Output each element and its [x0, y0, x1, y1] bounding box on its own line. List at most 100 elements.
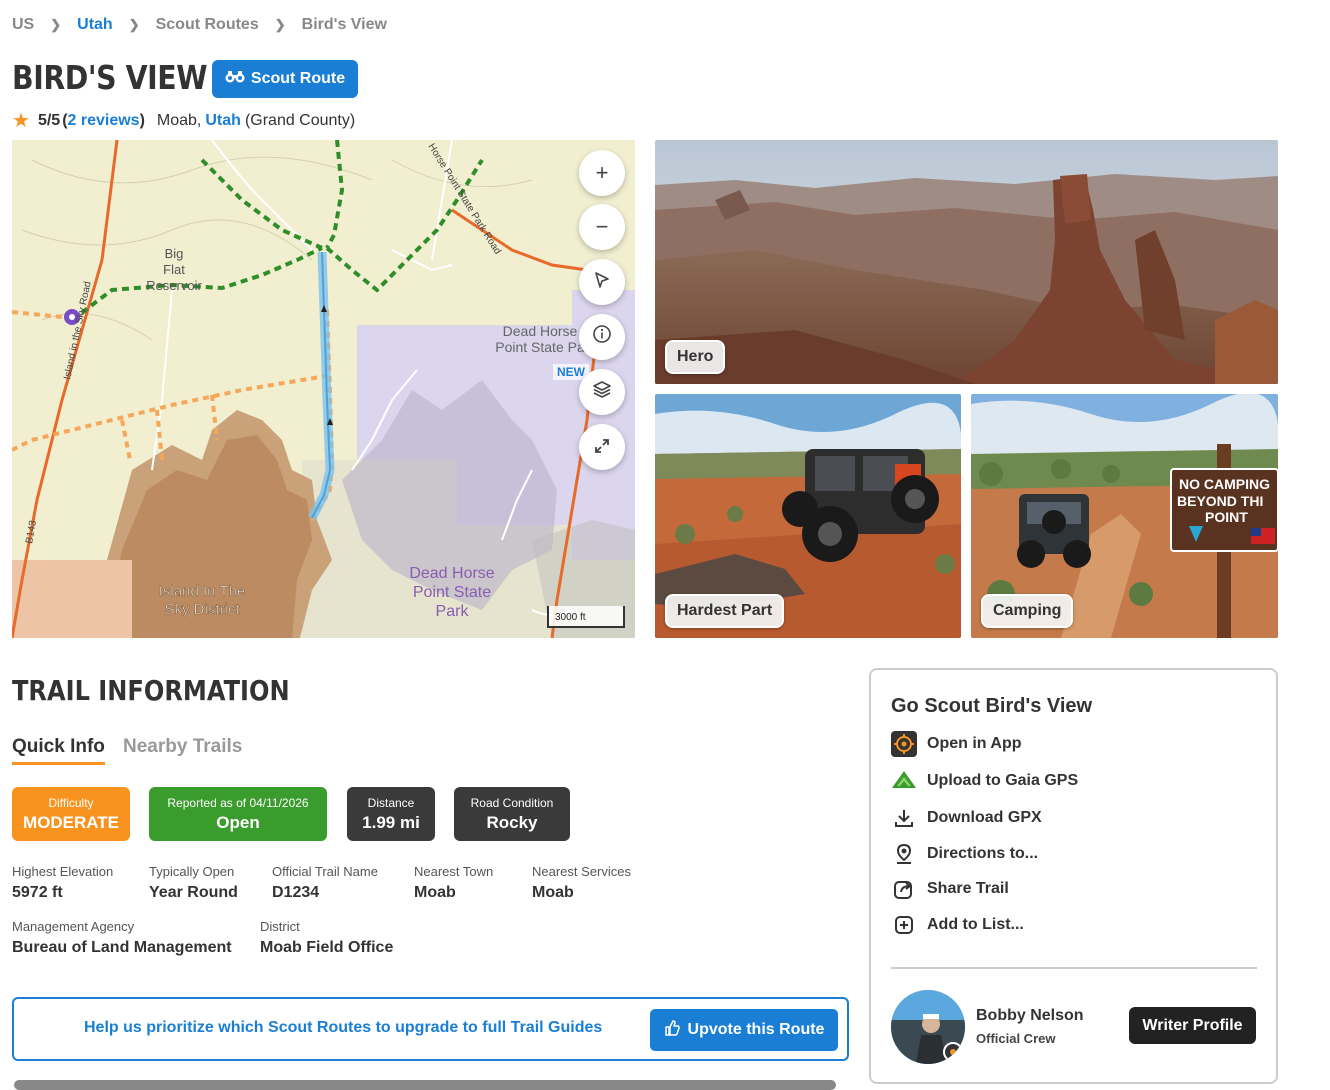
field-label: Official Trail Name [272, 864, 378, 879]
action-label: Share Trail [927, 880, 1009, 897]
share-icon [891, 876, 917, 902]
chevron-right-icon: ❯ [50, 17, 62, 32]
sign-line-1: NO CAMPING [1179, 476, 1270, 492]
thumbs-up-icon [664, 1019, 680, 1041]
field-value: Moab [532, 884, 574, 901]
download-gpx-link[interactable]: Download GPX [891, 805, 1042, 831]
field-label: District [260, 919, 300, 934]
expand-icon [594, 434, 610, 460]
map-label-reservoir: Reservoir [146, 278, 202, 293]
action-label: Upload to Gaia GPS [927, 772, 1079, 789]
pill-value: MODERATE [22, 812, 119, 832]
pill-label: Difficulty [48, 795, 94, 810]
photo-hero[interactable]: Hero [655, 140, 1278, 384]
layers-icon [592, 379, 612, 405]
field-value: Moab Field Office [260, 939, 394, 956]
action-label: Download GPX [927, 809, 1042, 826]
plus-icon: + [595, 160, 609, 185]
go-scout-card: Go Scout Bird's View Open in App Upload … [869, 668, 1278, 1084]
breadcrumb-us[interactable]: US [12, 16, 34, 34]
upload-gaia-link[interactable]: Upload to Gaia GPS [891, 768, 1078, 794]
star-icon: ★ [12, 110, 30, 132]
field-nearest-services: Nearest Services Moab [532, 864, 631, 902]
author-role: Official Crew [976, 1031, 1056, 1046]
open-in-app-link[interactable]: Open in App [891, 731, 1022, 757]
layers-button[interactable] [579, 369, 625, 415]
breadcrumb-current: Bird's View [301, 16, 387, 33]
map-label-dead-horse: Dead Horse [503, 323, 578, 339]
road-condition-pill: Road Condition Rocky [454, 787, 570, 841]
minus-icon: − [595, 214, 609, 239]
map-label-island-1: Island In The [159, 583, 245, 600]
pill-value: Rocky [486, 812, 538, 832]
rating-row: ★ 5/5 (2 reviews) Moab, Utah (Grand Coun… [12, 108, 355, 133]
map-label-big: Big [165, 246, 184, 261]
sign-line-3: POINT [1205, 509, 1248, 525]
field-value: Bureau of Land Management [12, 939, 232, 956]
page-title: BIRD'S VIEW [12, 58, 208, 97]
trail-map[interactable]: Big Flat Reservoir Dead Horse Point Stat… [12, 140, 635, 638]
location-state-link[interactable]: Utah [205, 112, 241, 130]
fullscreen-button[interactable] [579, 424, 625, 470]
avatar[interactable] [891, 990, 965, 1064]
horizontal-scrollbar[interactable] [14, 1080, 836, 1090]
photo-label-hardest-part: Hardest Part [665, 594, 785, 628]
author-name[interactable]: Bobby Nelson [976, 1007, 1084, 1025]
map-label-park-1: Dead Horse [409, 565, 494, 582]
directions-pin-icon [891, 841, 917, 867]
field-district: District Moab Field Office [260, 919, 393, 957]
photo-camping[interactable]: NO CAMPING BEYOND THI POINT Camping [971, 394, 1278, 638]
share-trail-link[interactable]: Share Trail [891, 876, 1009, 902]
action-label: Add to List... [927, 916, 1024, 933]
field-typically-open: Typically Open Year Round [149, 864, 238, 902]
map-label-point-state: Point State Pa [495, 339, 585, 355]
paren-close: ) [139, 111, 145, 129]
add-to-list-link[interactable]: Add to List... [891, 912, 1024, 938]
cursor-icon [593, 269, 611, 295]
pill-value: Open [216, 812, 260, 832]
location-county: (Grand County) [244, 111, 356, 129]
gaia-gps-icon [891, 768, 917, 794]
writer-profile-button[interactable]: Writer Profile [1129, 1007, 1256, 1044]
zoom-out-button[interactable]: − [579, 204, 625, 250]
map-scale: 3000 ft [547, 606, 625, 628]
map-label-island-2: Sky District [165, 601, 241, 618]
field-value: 5972 ft [12, 884, 63, 901]
photo-hardest-part[interactable]: Hardest Part [655, 394, 961, 638]
upvote-button[interactable]: Upvote this Route [650, 1009, 838, 1051]
rating-score: 5/5 [37, 111, 61, 129]
select-tool-button[interactable] [579, 259, 625, 305]
field-value: Moab [414, 884, 456, 901]
card-divider [891, 967, 1257, 969]
directions-link[interactable]: Directions to... [891, 841, 1038, 867]
pill-label: Road Condition [470, 795, 554, 810]
tab-nearby-trails[interactable]: Nearby Trails [123, 736, 242, 758]
pill-value: 1.99 mi [362, 812, 420, 832]
sign-line-2: BEYOND THI [1177, 493, 1263, 509]
breadcrumb-utah[interactable]: Utah [77, 16, 113, 34]
info-icon [592, 324, 612, 350]
action-label: Open in App [927, 735, 1022, 752]
field-nearest-town: Nearest Town Moab [414, 864, 493, 902]
photo-label-camping: Camping [981, 594, 1074, 628]
upvote-banner: Help us prioritize which Scout Routes to… [12, 997, 849, 1061]
zoom-in-button[interactable]: + [579, 150, 625, 196]
app-logo-icon [891, 731, 917, 757]
scout-route-badge[interactable]: Scout Route [212, 60, 358, 98]
map-label-park-3: Park [436, 603, 470, 620]
download-icon [891, 805, 917, 831]
tab-quick-info[interactable]: Quick Info [12, 736, 105, 765]
distance-pill: Distance 1.99 mi [347, 787, 435, 841]
breadcrumb-scout-routes[interactable]: Scout Routes [156, 16, 259, 34]
field-label: Typically Open [149, 864, 235, 879]
chevron-right-icon: ❯ [274, 17, 286, 32]
upvote-text: Help us prioritize which Scout Routes to… [84, 1019, 603, 1036]
field-official-name: Official Trail Name D1234 [272, 864, 378, 902]
binoculars-icon [225, 70, 245, 89]
info-button[interactable] [579, 314, 625, 360]
field-label: Nearest Services [532, 864, 631, 879]
field-value: Year Round [149, 884, 238, 901]
status-pill: Reported as of 04/11/2026 Open [149, 787, 327, 841]
plus-square-icon [891, 912, 917, 938]
reviews-link[interactable]: 2 reviews [68, 112, 140, 130]
